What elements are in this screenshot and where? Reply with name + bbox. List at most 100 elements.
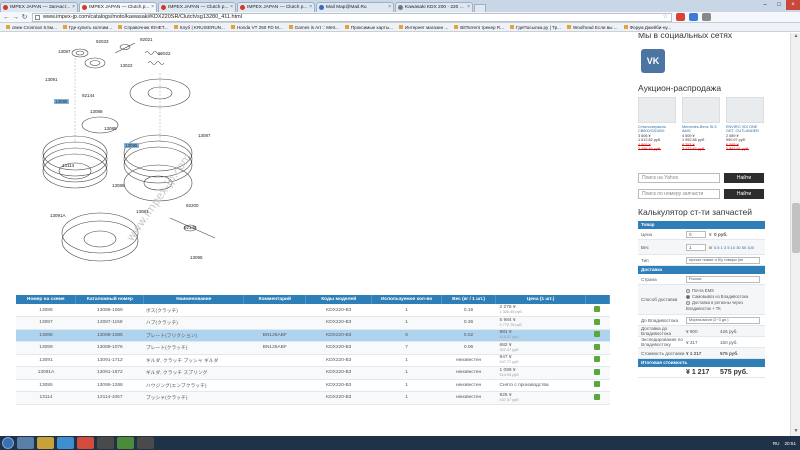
browser-tab-6[interactable]: Kawasaki KDX 200 - 220 ... × [395, 2, 473, 12]
bookmark-item[interactable]: Honda VT 250 FD M... [230, 25, 283, 30]
bookmark-item[interactable]: свеж Crosman 5.5м... [6, 25, 57, 30]
callout-13087[interactable]: 13087 [58, 49, 71, 54]
to-vlad-select[interactable]: Морем-вагон (2~3 дн.) [686, 316, 760, 324]
close-tab-icon[interactable]: × [309, 3, 312, 12]
forward-arrow-icon[interactable]: → [11, 13, 20, 22]
page-scrollbar[interactable]: ▲ ▼ [790, 33, 800, 436]
taskbar-app-icon[interactable] [97, 437, 114, 449]
add-to-cart-icon[interactable] [594, 381, 601, 388]
price-input[interactable]: 0 [686, 230, 706, 238]
extension-icon[interactable] [676, 13, 685, 21]
callout-92200[interactable]: 92200 [186, 203, 199, 208]
back-arrow-icon[interactable]: ← [2, 13, 11, 22]
close-tab-icon[interactable]: × [72, 3, 75, 12]
bookmark-item[interactable]: Форум Джейби-ну... [623, 25, 671, 30]
callout-13088-b[interactable]: 13088 [112, 183, 125, 188]
weight-input[interactable]: 1 [686, 243, 706, 251]
callout-13089[interactable]: 13089 [104, 126, 117, 131]
add-to-cart-icon[interactable] [594, 306, 601, 312]
callout-13114[interactable]: 13114 [62, 163, 74, 168]
country-select[interactable]: Россия [686, 275, 760, 283]
callout-92021[interactable]: 92021 [140, 37, 153, 42]
add-to-cart-icon[interactable] [594, 368, 601, 375]
type-select[interactable]: прочие новые и б/у товары (не [686, 256, 760, 264]
taskbar-app-icon[interactable] [137, 437, 154, 449]
taskbar-app-icon[interactable] [17, 437, 34, 449]
close-tab-icon[interactable]: × [151, 3, 154, 12]
lot-image[interactable] [682, 97, 720, 123]
radio-icon[interactable] [686, 300, 690, 305]
callout-13095-b[interactable]: 13095 [190, 255, 203, 260]
browser-tab-5[interactable]: Mail Map@Mail.Ru × [316, 2, 394, 12]
table-row[interactable]: 13091 13091-1712 ギルダ, クラッチ プッシャ ギルダ KDX220-… [16, 354, 610, 367]
bookmark-item[interactable]: Интернет магазин ... [398, 25, 448, 30]
close-tab-icon[interactable]: × [388, 3, 391, 12]
bookmark-item[interactable]: Games is Art :: Metr... [288, 25, 339, 30]
minimize-icon[interactable]: – [758, 0, 772, 10]
browser-tab-3[interactable]: IMPEX JAPAN — Clutch p... × [158, 2, 236, 12]
method-option-regions[interactable]: Доставка в регионы через Владивосток + Т… [686, 300, 765, 312]
close-window-icon[interactable]: × [786, 0, 800, 10]
yahoo-search-input[interactable]: Поиск на Yahoo [638, 173, 720, 184]
new-tab-button[interactable] [474, 4, 486, 12]
bookmark-item[interactable]: Проксимые карты... [344, 25, 393, 30]
browser-tab-4[interactable]: IMPEX JAPAN — Clutch p... × [237, 2, 315, 12]
table-row[interactable]: 13086 13086-1069 ボス(クラッチ) KDX220-B3 1 0.16 2 2… [16, 304, 610, 317]
start-button[interactable] [2, 437, 14, 449]
clock[interactable]: 20:51 [785, 441, 797, 446]
scroll-down-icon[interactable]: ▼ [792, 428, 800, 436]
extension-icon[interactable] [689, 13, 698, 21]
language-indicator[interactable]: RU [773, 441, 780, 446]
taskbar-app-icon[interactable] [37, 437, 54, 449]
reload-icon[interactable]: ↻ [20, 13, 29, 22]
lot-image[interactable] [638, 97, 676, 123]
taskbar-app-icon[interactable] [117, 437, 134, 449]
callout-13086[interactable]: 13086 [54, 99, 69, 104]
callout-13022[interactable]: 13022 [120, 63, 133, 68]
weight-presets[interactable]: 0.5 1 3 5 10 30 50 100 [714, 245, 754, 250]
add-to-cart-icon[interactable] [594, 331, 601, 338]
browser-tab-2[interactable]: IMPEX JAPAN — Clutch p... × [79, 2, 157, 12]
close-tab-icon[interactable]: × [230, 3, 233, 12]
part-search-button[interactable]: Найти [724, 189, 764, 200]
callout-92144[interactable]: 92144 [82, 93, 95, 98]
table-row[interactable]: 13095 13095-1288 ハウジング(エンブクラッチ) KDX220-B3 1 н… [16, 379, 610, 392]
callout-13091[interactable]: 13091 [45, 77, 58, 82]
add-to-cart-icon[interactable] [594, 343, 601, 350]
table-row[interactable]: 13089 13089-1076 プレート(クラッチ) BN125ABF KDX220-… [16, 341, 610, 355]
callout-13081[interactable]: 13081 [136, 209, 149, 214]
taskbar-app-icon[interactable] [77, 437, 94, 449]
callout-13087-b[interactable]: 13087 [198, 133, 211, 138]
bookmark-item[interactable]: Где купить коллим... [62, 25, 112, 30]
bookmark-item[interactable]: ГдеПосылка.ру | Тр... [510, 25, 561, 30]
scrollbar-thumb[interactable] [792, 203, 800, 253]
bookmark-item[interactable]: Woolhead Если вы ... [567, 25, 618, 30]
taskbar-app-icon[interactable] [57, 437, 74, 449]
url-input[interactable]: www.impex-jp.com/catalogs/moto/kawasaki/… [32, 12, 672, 22]
browser-tab-1[interactable]: IMPEX JAPAN — Запчаст... × [0, 2, 78, 12]
callout-13088[interactable]: 13088 [90, 109, 103, 114]
callout-13095[interactable]: 13095 [124, 143, 139, 148]
callout-13091a[interactable]: 13091A [50, 213, 66, 218]
maximize-icon[interactable]: □ [772, 0, 786, 10]
bookmark-star-icon[interactable]: ☆ [663, 14, 668, 21]
callout-92033[interactable]: 92033 [96, 39, 109, 44]
menu-icon[interactable] [702, 13, 711, 21]
callout-92145[interactable]: 92145 [184, 225, 197, 230]
add-to-cart-icon[interactable] [594, 393, 601, 400]
part-search-input[interactable]: Поиск по номеру запчасти [638, 189, 720, 200]
add-to-cart-icon[interactable] [594, 356, 601, 363]
auction-lot[interactable]: Mercedes-Benz SLS AMG 4 509 ¥ 1 992.86 р… [682, 97, 722, 151]
callout-92022[interactable]: 92022 [158, 51, 171, 56]
close-tab-icon[interactable]: × [467, 3, 470, 12]
auction-lot[interactable]: Стекло/зеркало CB600/CB1000 3 606 ¥ 1 61… [638, 97, 678, 151]
bookmark-item[interactable]: Справочник ЮНЕТ... [118, 25, 168, 30]
scroll-up-icon[interactable]: ▲ [792, 33, 800, 41]
table-row[interactable]: 13088 13088-1085 プレート(フリクション) BN125ABF KDX22… [16, 329, 610, 342]
table-row[interactable]: 13114 13114-1067 プッシャ(クラッチ) KDX220-B3 1 неизв… [16, 391, 610, 405]
table-row[interactable]: 13087 13087-1158 ハブ(クラッチ) KDX220-B3 1 0.36 5 9… [16, 316, 610, 330]
vk-icon[interactable]: VK [641, 49, 665, 73]
auction-lot[interactable]: ENVIRO VDI ONE GET. OUTLANDER 2 089 ¥ 99… [726, 97, 766, 151]
lot-image[interactable] [726, 97, 764, 123]
yahoo-search-button[interactable]: Найти [724, 173, 764, 184]
